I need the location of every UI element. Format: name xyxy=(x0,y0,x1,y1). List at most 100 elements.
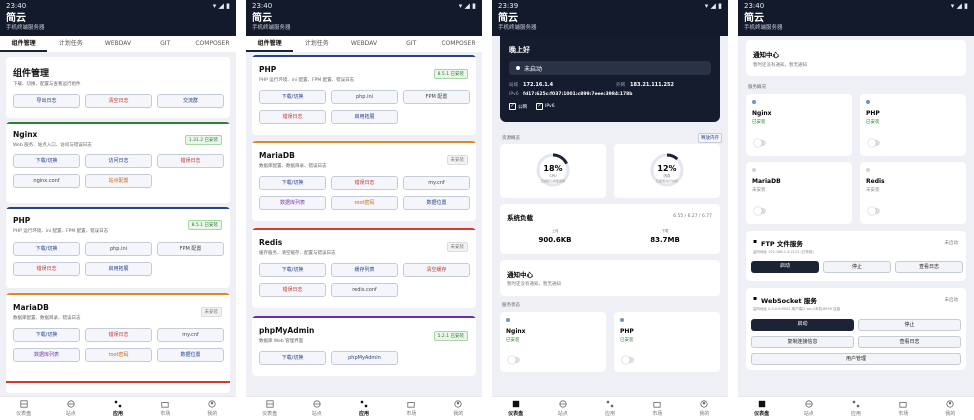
notice-title: 通知中心 xyxy=(507,271,533,279)
php-extensions-button[interactable]: 启用拓展 xyxy=(331,110,398,124)
nginx-download-button[interactable]: 下载/切换 xyxy=(13,154,80,168)
ws-view-log-button[interactable]: 查看日志 xyxy=(858,336,961,348)
php-extensions-button[interactable]: 启用拓展 xyxy=(85,262,152,276)
mariadb-root-password-button[interactable]: root密码 xyxy=(85,348,152,362)
ftp-view-log-button[interactable]: 查看日志 xyxy=(895,261,963,273)
tab-git[interactable]: GIT xyxy=(388,36,435,52)
nav-me[interactable]: 我的 xyxy=(189,397,236,420)
tab-git[interactable]: GIT xyxy=(142,36,189,52)
status-time: 23:40 xyxy=(6,1,27,10)
php-download-button[interactable]: 下载/切换 xyxy=(13,242,80,256)
clear-log-button[interactable]: 清空日志 xyxy=(85,94,152,108)
nginx-conf-button[interactable]: nginx.conf xyxy=(13,174,80,188)
php-ini-button[interactable]: php.ini xyxy=(85,242,152,256)
nginx-site-config-button[interactable]: 站点配置 xyxy=(85,174,152,188)
export-log-button[interactable]: 导出日志 xyxy=(13,94,80,108)
nav-market[interactable]: 市场 xyxy=(388,397,435,420)
nav-apps[interactable]: 应用 xyxy=(586,397,633,420)
community-button[interactable]: 交流群 xyxy=(157,94,224,108)
service-card-mariadb: MariaDB 未安装 xyxy=(746,162,852,224)
service-name: MariaDB xyxy=(752,178,781,185)
nav-market[interactable]: 市场 xyxy=(880,397,927,420)
mariadb-error-log-button[interactable]: 错误日志 xyxy=(85,328,152,342)
mariadb-badge: 未安装 xyxy=(446,155,468,165)
nginx-error-log-button[interactable]: 错误日志 xyxy=(157,154,224,168)
mariadb-download-button[interactable]: 下载/切换 xyxy=(259,176,326,190)
nav-me[interactable]: 我的 xyxy=(681,397,728,420)
ws-stop-button[interactable]: 停止 xyxy=(858,319,961,331)
redis-cache-list-button[interactable]: 缓存列表 xyxy=(331,263,398,277)
tab-composer[interactable]: COMPOSER xyxy=(189,36,236,52)
redis-clear-cache-button[interactable]: 清空缓存 xyxy=(403,263,470,277)
ws-user-management-button[interactable]: 用户管理 xyxy=(751,353,961,365)
mariadb-download-button[interactable]: 下载/切换 xyxy=(13,328,80,342)
nav-market[interactable]: 市场 xyxy=(634,397,681,420)
nav-market[interactable]: 市场 xyxy=(142,397,189,420)
websocket-title: WebSocket 服务 xyxy=(761,297,817,305)
nav-label: 应用 xyxy=(851,411,862,417)
mariadb-data-location-button[interactable]: 数据位置 xyxy=(157,348,224,362)
cpu-label: CPU xyxy=(549,174,557,178)
service-toggle[interactable] xyxy=(754,139,766,147)
mariadb-error-log-button[interactable]: 错误日志 xyxy=(331,176,398,190)
tab-cron[interactable]: 计划任务 xyxy=(47,36,94,52)
free-memory-button[interactable]: 释放内存 xyxy=(698,133,722,143)
ftp-stop-button[interactable]: 停止 xyxy=(823,261,891,273)
nav-me[interactable]: 我的 xyxy=(927,397,974,420)
ipv6-checkbox[interactable]: ✓ xyxy=(536,103,543,110)
tab-components[interactable]: 组件管理 xyxy=(246,36,294,52)
memory-sub: 已使用/总计内存 xyxy=(655,179,678,183)
nav-apps[interactable]: 应用 xyxy=(340,397,387,420)
nav-sites[interactable]: 站点 xyxy=(293,397,340,420)
tab-components[interactable]: 组件管理 xyxy=(0,36,48,52)
tab-webdav[interactable]: WEBDAV xyxy=(340,36,387,52)
nav-sites[interactable]: 站点 xyxy=(47,397,94,420)
service-toggle[interactable] xyxy=(754,207,766,215)
ws-copy-connection-button[interactable]: 复制连接信息 xyxy=(751,336,854,348)
service-toggle[interactable] xyxy=(868,207,880,215)
nav-apps[interactable]: 应用 xyxy=(832,397,879,420)
service-toggle[interactable] xyxy=(508,356,520,364)
redis-conf-button[interactable]: redis.conf xyxy=(331,283,398,297)
nav-sites[interactable]: 站点 xyxy=(785,397,832,420)
nginx-access-log-button[interactable]: 访问日志 xyxy=(85,154,152,168)
phpmyadmin-open-button[interactable]: phpMyAdmin xyxy=(331,351,398,365)
phpmyadmin-download-button[interactable]: 下载/切换 xyxy=(259,351,326,365)
nav-dashboard[interactable]: 仪表盘 xyxy=(738,397,785,420)
mariadb-db-list-button[interactable]: 数据库列表 xyxy=(13,348,80,362)
ftp-start-button[interactable]: 启动 xyxy=(751,261,819,273)
mariadb-mycnf-button[interactable]: my.cnf xyxy=(157,328,224,342)
service-toggle[interactable] xyxy=(622,356,634,364)
php-ini-button[interactable]: php.ini xyxy=(331,90,398,104)
mariadb-root-password-button[interactable]: root密码 xyxy=(331,196,398,210)
php-download-button[interactable]: 下载/切换 xyxy=(259,90,326,104)
mariadb-badge: 未安装 xyxy=(200,307,222,317)
tab-composer[interactable]: COMPOSER xyxy=(435,36,482,52)
service-toggle[interactable] xyxy=(868,139,880,147)
php-fpm-button[interactable]: FPM 配置 xyxy=(403,90,470,104)
mariadb-data-location-button[interactable]: 数据位置 xyxy=(403,196,470,210)
mariadb-mycnf-button[interactable]: my.cnf xyxy=(403,176,470,190)
mariadb-db-list-button[interactable]: 数据库列表 xyxy=(259,196,326,210)
php-error-log-button[interactable]: 错误日志 xyxy=(259,110,326,124)
php-error-log-button[interactable]: 错误日志 xyxy=(13,262,80,276)
nav-dashboard[interactable]: 仪表盘 xyxy=(492,397,539,420)
ws-start-button[interactable]: 启动 xyxy=(751,319,854,331)
redis-download-button[interactable]: 下载/切换 xyxy=(259,263,326,277)
nav-dashboard[interactable]: 仪表盘 xyxy=(246,397,293,420)
status-icons: ▾ ◢ ▮ xyxy=(212,1,230,10)
ipv6-label: IPv6 xyxy=(509,92,519,97)
service-name: PHP xyxy=(620,328,634,335)
tab-cron[interactable]: 计划任务 xyxy=(293,36,340,52)
public-checkbox[interactable]: ✓ xyxy=(509,103,516,110)
nav-me[interactable]: 我的 xyxy=(435,397,482,420)
nav-apps[interactable]: 应用 xyxy=(94,397,141,420)
tab-webdav[interactable]: WEBDAV xyxy=(94,36,141,52)
service-state: 已安装 xyxy=(866,120,880,125)
nav-dashboard[interactable]: 仪表盘 xyxy=(0,397,47,420)
redis-error-log-button[interactable]: 错误日志 xyxy=(259,283,326,297)
load-value: 6.55 / 6.27 / 6.77 xyxy=(673,214,712,219)
nav-sites[interactable]: 站点 xyxy=(539,397,586,420)
screen-components-1: 23:40 ▾ ◢ ▮ 简云 手机终端服务器 组件管理 计划任务 WEBDAV G… xyxy=(0,0,236,420)
php-fpm-button[interactable]: FPM 配置 xyxy=(157,242,224,256)
